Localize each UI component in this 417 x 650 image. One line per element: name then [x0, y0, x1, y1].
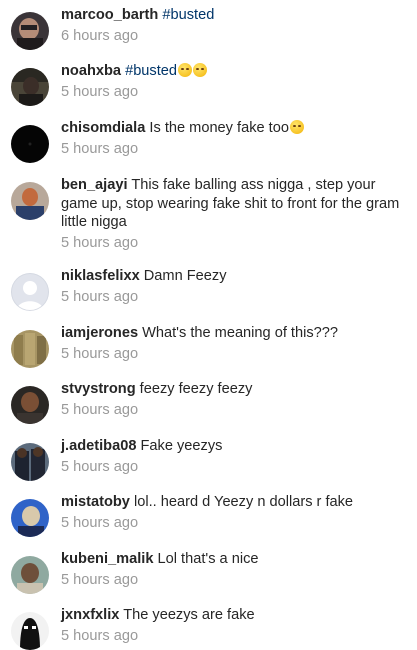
comment-text: jxnxfxlix The yeezys are fake 5 hours ag…: [61, 606, 406, 645]
comment-text: ben_ajayi This fake balling ass nigga , …: [61, 176, 406, 252]
comment-timestamp: 5 hours ago: [61, 401, 139, 418]
hashtag-link[interactable]: #busted: [162, 7, 214, 23]
comment-timestamp: 5 hours ago: [61, 288, 139, 305]
comment-username[interactable]: noahxba: [61, 63, 121, 79]
comment-message: feezy feezy feezy: [139, 381, 253, 397]
grinning-sweat-emoji: [289, 120, 304, 134]
comment-timestamp: 5 hours ago: [61, 83, 139, 100]
comment-timestamp: 5 hours ago: [61, 140, 139, 157]
comment-message: Lol that's a nice: [157, 551, 259, 567]
comment-text: noahxba #busted 5 hours ago: [61, 62, 406, 101]
comment-timestamp: 5 hours ago: [61, 458, 139, 475]
avatar[interactable]: [11, 12, 49, 50]
comment-message: The yeezys are fake: [123, 607, 255, 623]
woozy-face-emoji: [178, 63, 193, 77]
comment-text: stvystrong feezy feezy feezy 5 hours ago: [61, 380, 406, 419]
comment-message: What's the meaning of this???: [142, 325, 338, 341]
comment-text: marcoo_barth #busted 6 hours ago: [61, 6, 406, 45]
comment-timestamp: 5 hours ago: [61, 345, 139, 362]
comment-text: niklasfelixx Damn Feezy 5 hours ago: [61, 267, 406, 306]
comment-username[interactable]: jxnxfxlix: [61, 607, 119, 623]
comment-username[interactable]: kubeni_malik: [61, 551, 153, 567]
comment-message: Is the money fake too: [149, 120, 289, 136]
comment-username[interactable]: j.adetiba08: [61, 438, 136, 454]
comment-username[interactable]: niklasfelixx: [61, 268, 140, 284]
comment-username[interactable]: ben_ajayi: [61, 177, 128, 193]
avatar[interactable]: [11, 68, 49, 106]
comment-text: kubeni_malik Lol that's a nice 5 hours a…: [61, 550, 406, 589]
hashtag-link[interactable]: #busted: [125, 63, 177, 79]
avatar[interactable]: [11, 125, 49, 163]
comment-text: j.adetiba08 Fake yeezys 5 hours ago: [61, 437, 406, 476]
woozy-face-emoji: [193, 63, 208, 77]
comment-message: Fake yeezys: [140, 438, 223, 454]
comment-text: iamjerones What's the meaning of this???…: [61, 324, 406, 363]
comment-username[interactable]: mistatoby: [61, 494, 130, 510]
comment-timestamp: 5 hours ago: [61, 514, 139, 531]
comment-message: Damn Feezy: [143, 268, 227, 284]
comment-timestamp: 5 hours ago: [61, 571, 139, 588]
comment-timestamp: 6 hours ago: [61, 27, 139, 44]
avatar[interactable]: [11, 443, 49, 481]
comment-username[interactable]: stvystrong: [61, 381, 136, 397]
avatar[interactable]: [11, 499, 49, 537]
comment-timestamp: 5 hours ago: [61, 627, 139, 644]
comment-timestamp: 5 hours ago: [61, 234, 139, 251]
comment-username[interactable]: marcoo_barth: [61, 7, 158, 23]
comment-text: mistatoby lol.. heard d Yeezy n dollars …: [61, 493, 406, 532]
avatar[interactable]: [11, 556, 49, 594]
avatar[interactable]: [11, 182, 49, 220]
default-avatar-icon[interactable]: [11, 273, 49, 311]
comment-text: chisomdiala Is the money fake too 5 hour…: [61, 119, 406, 158]
avatar[interactable]: [11, 612, 49, 650]
avatar[interactable]: [11, 386, 49, 424]
comment-username[interactable]: iamjerones: [61, 325, 138, 341]
comment-message: lol.. heard d Yeezy n dollars r fake: [134, 494, 354, 510]
avatar[interactable]: [11, 330, 49, 368]
comment-username[interactable]: chisomdiala: [61, 120, 145, 136]
